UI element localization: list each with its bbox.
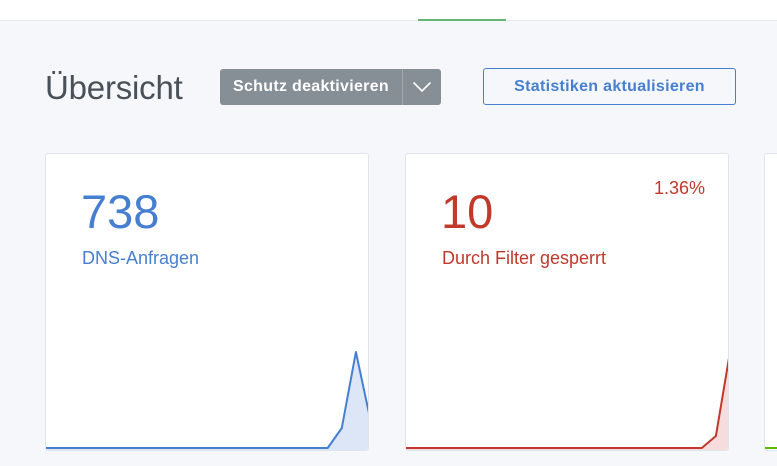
page-title: Übersicht <box>45 69 183 106</box>
chevron-down-icon <box>413 82 431 92</box>
sparkline-line <box>406 357 728 449</box>
protection-dropdown-toggle[interactable] <box>401 69 441 105</box>
blocked-sparkline <box>406 357 728 450</box>
active-tab-indicator <box>418 19 506 21</box>
dns-queries-card: 738 DNS-Anfragen <box>45 153 369 451</box>
refresh-statistics-button[interactable]: Statistiken aktualisieren <box>483 68 736 105</box>
blocked-by-filters-card: 10 1.36% Durch Filter gesperrt <box>405 153 729 451</box>
blocked-count: 10 <box>441 185 494 238</box>
sparkline-line <box>46 351 368 449</box>
third-card-sparkline <box>765 447 777 449</box>
sparkline-area <box>406 363 728 450</box>
disable-protection-button[interactable]: Schutz deaktivieren <box>220 69 402 105</box>
dns-queries-count: 738 <box>81 185 160 238</box>
sparkline-area <box>46 352 368 450</box>
blocked-label: Durch Filter gesperrt <box>442 248 607 268</box>
dns-queries-label: DNS-Anfragen <box>82 248 200 268</box>
third-stat-card <box>764 153 777 451</box>
dns-queries-sparkline <box>46 351 368 450</box>
top-navigation-bar <box>0 0 777 21</box>
blocked-percent: 1.36% <box>653 178 705 198</box>
protection-split-button: Schutz deaktivieren <box>220 69 441 105</box>
